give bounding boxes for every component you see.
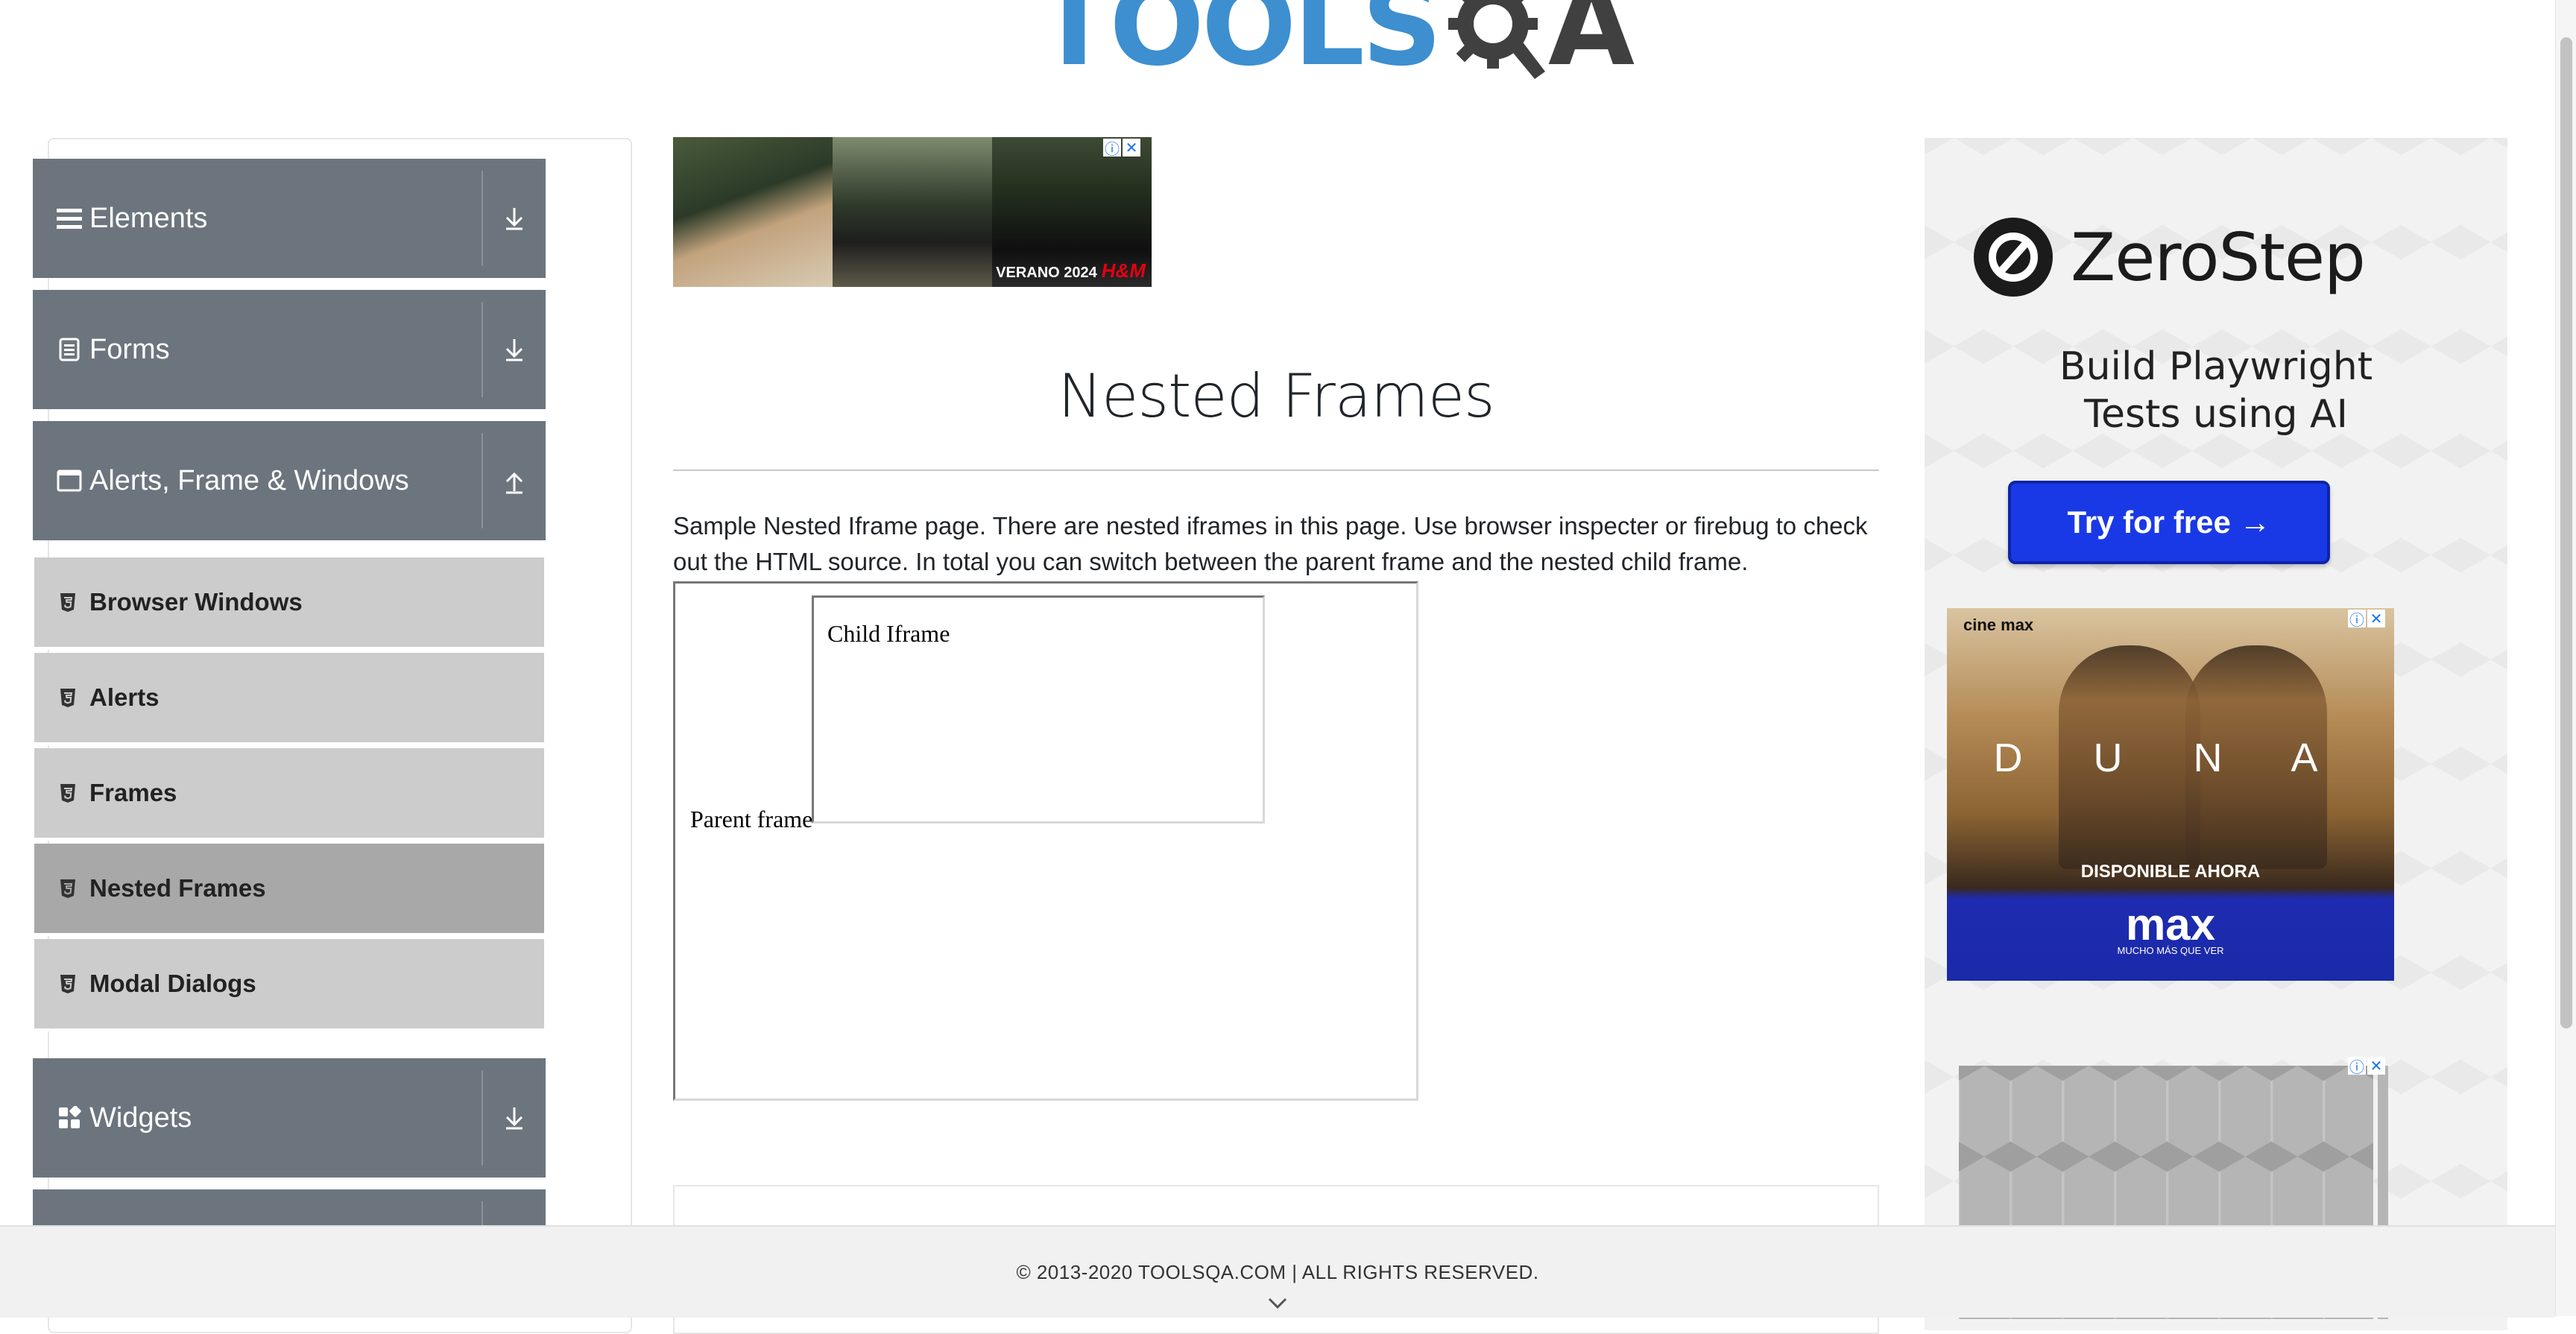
child-frame-text: Child Iframe bbox=[827, 620, 950, 647]
sidebar-item-label: Nested Frames bbox=[89, 874, 266, 902]
footer-copyright: © 2013-2020 TOOLSQA.COM | ALL RIGHTS RES… bbox=[1016, 1261, 1539, 1283]
max-slogan: MUCHO MÁS QUE VER bbox=[2117, 945, 2224, 956]
ad-info-icon[interactable]: ⓘ bbox=[2348, 1057, 2366, 1076]
upload-arrow-icon[interactable] bbox=[496, 463, 532, 499]
window-icon bbox=[57, 468, 82, 493]
sidebar-item-modal-dialogs[interactable]: Modal Dialogs bbox=[34, 939, 544, 1031]
sidebar-group-forms[interactable]: Forms bbox=[33, 290, 546, 409]
logo-text-a: A bbox=[1547, 0, 1635, 91]
parent-frame-text: Parent frame bbox=[690, 806, 813, 832]
footer: © 2013-2020 TOOLSQA.COM | ALL RIGHTS RES… bbox=[0, 1225, 2555, 1318]
ad-photo: VERANO 2024 H&M bbox=[992, 137, 1152, 287]
ad-photo bbox=[673, 137, 833, 287]
sidebar-item-label: Modal Dialogs bbox=[89, 970, 256, 997]
scrollbar-thumb[interactable] bbox=[2560, 37, 2572, 1028]
ad-photo bbox=[833, 137, 992, 287]
title-divider bbox=[673, 470, 1879, 471]
document-icon bbox=[57, 337, 82, 362]
html5-icon bbox=[60, 593, 75, 612]
group-divider bbox=[482, 302, 483, 397]
ad-info-icon[interactable]: ⓘ bbox=[1103, 139, 1121, 158]
ad-info-icon[interactable]: ⓘ bbox=[2348, 610, 2366, 629]
logo-text-tools: TOOLS bbox=[1036, 0, 1442, 91]
hamburger-icon bbox=[57, 206, 82, 231]
group-divider bbox=[482, 171, 483, 266]
group-divider bbox=[482, 433, 483, 528]
zerostep-ad[interactable]: ZeroStep Build Playwright Tests using AI… bbox=[1925, 149, 2507, 596]
cine-max-tag: cine max bbox=[1963, 616, 2034, 634]
gear-icon bbox=[1441, 0, 1553, 82]
sidebar-item-browser-windows[interactable]: Browser Windows bbox=[34, 557, 544, 650]
ad-tag: VERANO 2024 H&M bbox=[996, 259, 1146, 282]
sidebar-item-nested-frames[interactable]: Nested Frames bbox=[34, 844, 544, 936]
chevron-down-icon[interactable] bbox=[1267, 1295, 1288, 1312]
sidebar-group-elements[interactable]: Elements bbox=[33, 159, 546, 278]
sidebar-group-label: Elements bbox=[89, 202, 208, 234]
zerostep-name: ZeroStep bbox=[2071, 218, 2366, 296]
sidebar-group-label: Widgets bbox=[89, 1101, 192, 1134]
zerostep-tagline: Build Playwright Tests using AI bbox=[2059, 344, 2373, 437]
zerostep-brand: ZeroStep bbox=[1972, 216, 2366, 298]
sidebar-group-widgets[interactable]: Widgets bbox=[33, 1058, 546, 1177]
ad-close-icon[interactable]: ✕ bbox=[2367, 610, 2385, 628]
html5-icon bbox=[60, 784, 75, 803]
sidebar-group-label: Alerts, Frame & Windows bbox=[89, 464, 409, 496]
ad-close-icon[interactable]: ✕ bbox=[2367, 1057, 2385, 1075]
sidebar-item-label: Alerts bbox=[89, 683, 160, 711]
sidebar-group-label: Forms bbox=[89, 333, 170, 365]
parent-iframe[interactable]: Parent frame Child Iframe bbox=[673, 581, 1418, 1101]
max-logo: max bbox=[2125, 900, 2216, 949]
page-scrollbar[interactable] bbox=[2555, 0, 2576, 1316]
try-for-free-button[interactable]: Try for free → bbox=[2008, 481, 2330, 564]
dune-title: D U N A bbox=[1993, 736, 2348, 780]
sidebar-item-alerts[interactable]: Alerts bbox=[34, 653, 544, 745]
group-divider bbox=[482, 1070, 483, 1166]
sidebar-item-frames[interactable]: Frames bbox=[34, 748, 544, 841]
widgets-icon bbox=[57, 1105, 82, 1131]
toolsqa-logo[interactable]: TOOLS A bbox=[1036, 0, 1635, 89]
child-iframe[interactable]: Child Iframe bbox=[812, 595, 1265, 824]
page-title: Nested Frames bbox=[1058, 361, 1494, 431]
sidebar-item-label: Frames bbox=[89, 779, 177, 806]
ad-close-icon[interactable]: ✕ bbox=[1123, 139, 1140, 157]
dune-availability: DISPONIBLE AHORA bbox=[2080, 862, 2261, 882]
download-arrow-icon[interactable] bbox=[496, 200, 532, 236]
download-arrow-icon[interactable] bbox=[496, 1100, 532, 1136]
html5-icon bbox=[60, 879, 75, 898]
sidebar-group-alerts-frame-windows[interactable]: Alerts, Frame & Windows bbox=[33, 421, 546, 540]
dune-max-ad[interactable]: cine max D U N A DISPONIBLE AHORA max MU… bbox=[1947, 608, 2394, 981]
hm-logo: H&M bbox=[1101, 259, 1146, 282]
html5-icon bbox=[60, 975, 75, 993]
sidebar-item-label: Browser Windows bbox=[89, 588, 303, 616]
html5-icon bbox=[60, 689, 75, 707]
page-description: Sample Nested Iframe page. There are nes… bbox=[673, 512, 1868, 575]
download-arrow-icon[interactable] bbox=[496, 332, 532, 367]
hm-banner-ad[interactable]: VERANO 2024 H&M bbox=[673, 137, 1152, 287]
zerostep-logo-icon bbox=[1974, 218, 2053, 297]
